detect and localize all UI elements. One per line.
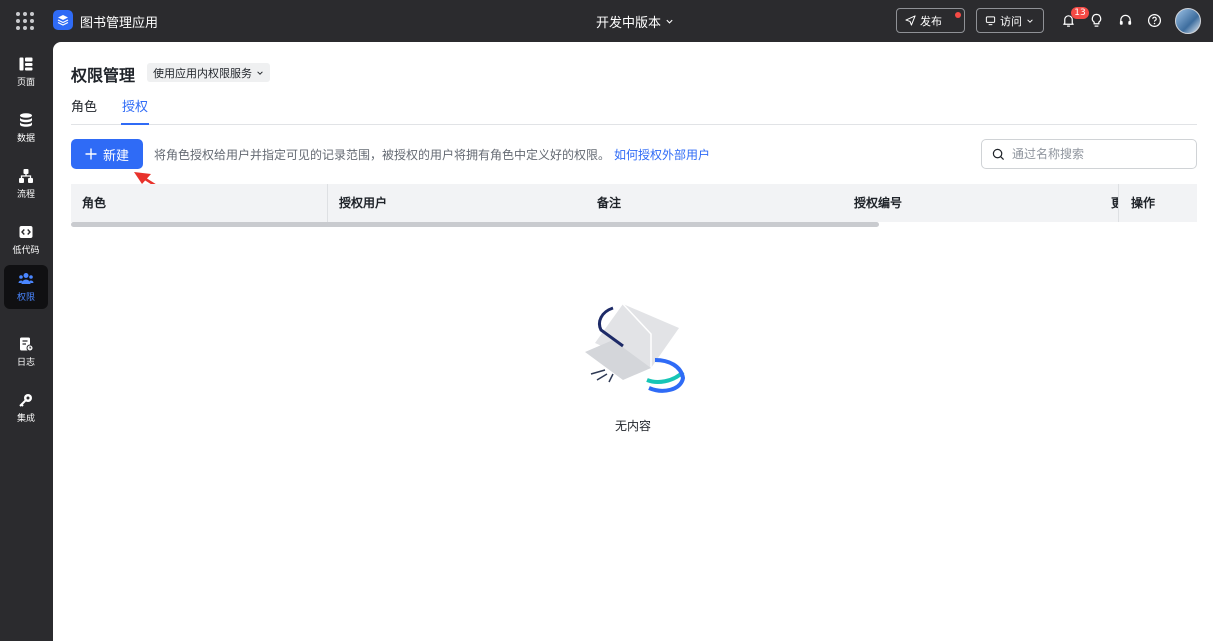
visit-label: 访问 <box>1000 14 1022 28</box>
sidebar-item-permission[interactable]: 权限 <box>4 265 48 309</box>
main-panel: 权限管理 使用应用内权限服务 角色 授权 新建 将角色授权给用户并指定可见的记录… <box>53 42 1213 641</box>
code-icon <box>19 226 33 238</box>
table-header: 角色 授权用户 备注 授权编号 更 操作 <box>71 184 1197 222</box>
column-header-authorized-users: 授权用户 <box>339 196 388 210</box>
version-label: 开发中版本 <box>596 16 662 31</box>
sidebar-item-label: 流程 <box>16 190 35 200</box>
operations-column: 操作 <box>1118 184 1197 222</box>
search-input[interactable] <box>1012 147 1182 161</box>
description: 将角色授权给用户并指定可见的记录范围，被授权的用户将拥有角色中定义好的权限。 如何… <box>154 146 710 163</box>
tab-authorization[interactable]: 授权 <box>120 96 150 125</box>
tab-roles[interactable]: 角色 <box>71 96 97 125</box>
log-icon <box>20 337 34 352</box>
search-icon <box>992 148 1005 160</box>
sidebar-item-label: 集成 <box>16 414 35 424</box>
sidebar-item-pages[interactable]: 页面 <box>4 50 48 94</box>
empty-state-text: 无内容 <box>614 419 651 433</box>
column-divider <box>327 184 328 222</box>
sidebar-item-label: 权限 <box>16 293 35 303</box>
sidebar-item-data[interactable]: 数据 <box>4 106 48 150</box>
sidebar-item-integration[interactable]: 集成 <box>4 386 48 430</box>
avatar[interactable] <box>1175 8 1201 34</box>
service-selector[interactable]: 使用应用内权限服务 <box>147 63 270 82</box>
send-icon <box>905 15 916 26</box>
pages-icon <box>19 57 33 71</box>
tab-bar: 角色 授权 <box>71 94 1197 125</box>
column-header-operations: 操作 <box>1131 196 1156 210</box>
chevron-down-icon <box>1027 18 1033 23</box>
version-selector[interactable]: 开发中版本 <box>596 12 674 31</box>
headset-icon[interactable] <box>1116 11 1134 29</box>
sidebar: 页面 数据 流程 低代码 权限 日志 集成 <box>0 42 53 641</box>
database-icon <box>20 113 32 127</box>
new-button-label: 新建 <box>102 148 129 164</box>
chevron-down-icon <box>257 70 263 75</box>
workflow-icon <box>19 169 33 183</box>
sidebar-item-label: 数据 <box>16 134 35 144</box>
integration-icon <box>19 394 32 407</box>
service-tag-label: 使用应用内权限服务 <box>153 66 252 80</box>
publish-dot <box>955 12 961 18</box>
sidebar-item-log[interactable]: 日志 <box>4 330 48 374</box>
external-user-help-link[interactable]: 如何授权外部用户 <box>614 148 710 162</box>
column-header-authorization-number: 授权编号 <box>854 196 903 210</box>
sidebar-item-label: 页面 <box>16 78 35 88</box>
lightbulb-icon[interactable] <box>1087 11 1105 29</box>
column-header-remarks: 备注 <box>597 196 622 210</box>
sidebar-item-lowcode[interactable]: 低代码 <box>4 218 48 262</box>
new-button[interactable]: 新建 <box>71 139 143 169</box>
sidebar-item-label: 低代码 <box>12 246 40 256</box>
sidebar-item-workflow[interactable]: 流程 <box>4 162 48 206</box>
horizontal-scrollbar[interactable] <box>71 222 879 227</box>
visit-button[interactable]: 访问 <box>976 8 1044 33</box>
plus-icon <box>85 148 97 160</box>
sidebar-item-label: 日志 <box>16 358 35 368</box>
permission-icon <box>18 273 34 284</box>
description-text: 将角色授权给用户并指定可见的记录范围，被授权的用户将拥有角色中定义好的权限。 <box>154 148 611 162</box>
help-icon[interactable] <box>1145 11 1163 29</box>
empty-box-illustration <box>585 303 686 393</box>
app-name[interactable]: 图书管理应用 <box>80 12 158 31</box>
app-logo-icon <box>53 10 73 30</box>
publish-label: 发布 <box>920 14 942 28</box>
publish-button[interactable]: 发布 <box>896 8 965 33</box>
page-title: 权限管理 <box>71 66 136 85</box>
search-box <box>981 139 1197 169</box>
apps-grid-icon[interactable] <box>16 12 34 30</box>
top-bar: 图书管理应用 开发中版本 发布 访问 13 <box>0 0 1213 42</box>
column-header-role: 角色 <box>82 196 107 210</box>
chevron-down-icon <box>666 19 673 24</box>
monitor-icon <box>985 16 996 26</box>
